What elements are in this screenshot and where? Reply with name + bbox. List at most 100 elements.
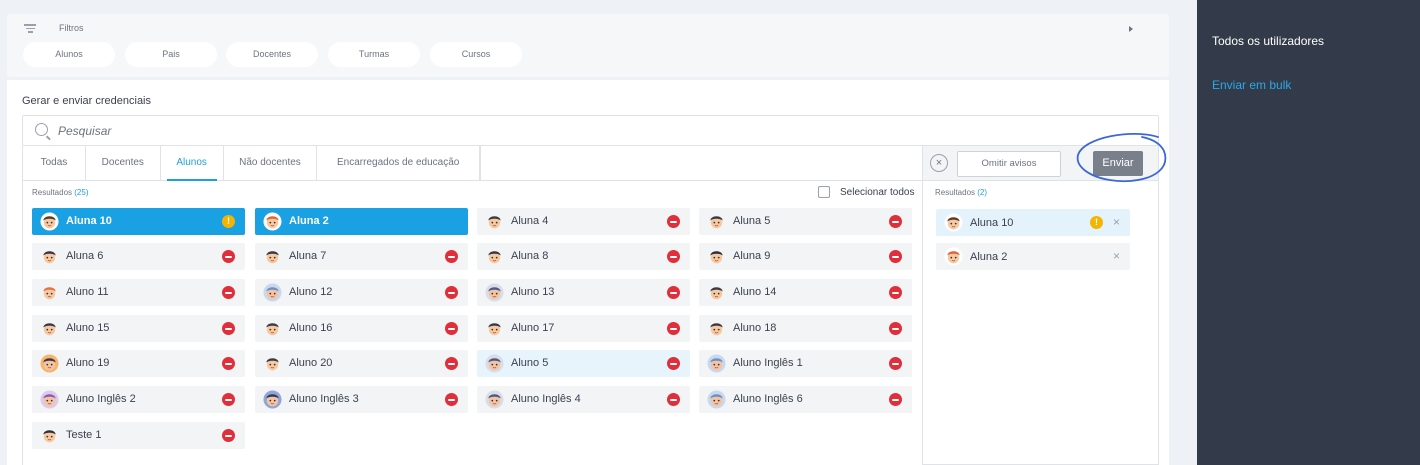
filter-chip-alunos[interactable]: Alunos <box>23 42 115 67</box>
bulk-send-link[interactable]: Enviar em bulk <box>1212 78 1291 92</box>
selected-results-number: (2) <box>977 188 988 197</box>
avatar <box>707 319 726 338</box>
avatar <box>263 354 282 373</box>
student-card[interactable]: Aluno 17 <box>477 315 690 342</box>
student-card[interactable]: Aluno 18 <box>699 315 912 342</box>
blocked-icon <box>667 357 680 370</box>
results-count: Resultados (25) <box>32 188 89 197</box>
student-name: Aluna 7 <box>289 250 327 262</box>
filter-chip-docentes[interactable]: Docentes <box>226 42 318 67</box>
selected-item[interactable]: Aluna 2 × <box>936 243 1130 270</box>
avatar <box>263 212 282 231</box>
student-name: Aluna 4 <box>511 215 549 227</box>
student-card[interactable]: Aluno 14 <box>699 279 912 306</box>
student-card[interactable]: Aluna 6 <box>32 243 245 270</box>
selected-item[interactable]: Aluna 10! × <box>936 209 1130 236</box>
student-card[interactable]: Aluno Inglês 2 <box>32 386 245 413</box>
student-name: Aluno 20 <box>289 357 333 369</box>
blocked-icon <box>889 357 902 370</box>
student-card[interactable]: Aluno Inglês 4 <box>477 386 690 413</box>
results-label: Resultados <box>32 188 73 197</box>
blocked-icon <box>222 393 235 406</box>
avatar <box>263 283 282 302</box>
select-all-label: Selecionar todos <box>840 186 915 198</box>
student-card[interactable]: Aluna 9 <box>699 243 912 270</box>
student-card[interactable]: Aluna 10 <box>32 208 245 235</box>
student-name: Aluno Inglês 2 <box>66 393 136 405</box>
student-card[interactable]: Aluno Inglês 1 <box>699 350 912 377</box>
student-card[interactable]: Aluno 5 <box>477 350 690 377</box>
filter-chip-turmas[interactable]: Turmas <box>328 42 420 67</box>
student-card[interactable]: Aluna 2 <box>255 208 468 235</box>
student-name: Aluna 8 <box>511 250 549 262</box>
avatar <box>485 247 504 266</box>
student-name: Aluno 18 <box>733 322 777 334</box>
student-card[interactable]: Aluno Inglês 6 <box>699 386 912 413</box>
avatar <box>40 354 59 373</box>
tab-nao-docentes[interactable]: Não docentes <box>224 146 318 180</box>
student-card[interactable]: Aluno 20 <box>255 350 468 377</box>
avatar <box>485 354 504 373</box>
selected-results-count: Resultados (2) <box>935 188 987 197</box>
warning-icon <box>222 215 235 228</box>
filter-chip-pais[interactable]: Pais <box>125 42 217 67</box>
student-name: Aluno Inglês 6 <box>733 393 803 405</box>
student-card[interactable]: Aluno 15 <box>32 315 245 342</box>
select-all[interactable]: Selecionar todos <box>818 186 915 198</box>
avatar <box>40 390 59 409</box>
tab-alunos[interactable]: Alunos <box>161 146 224 181</box>
remove-icon[interactable]: × <box>1113 215 1120 229</box>
student-name: Aluno 14 <box>733 286 777 298</box>
avatar <box>944 213 963 232</box>
student-card[interactable]: Teste 1 <box>32 422 245 449</box>
avatar <box>40 426 59 445</box>
avatar <box>944 247 963 266</box>
tab-encarregados[interactable]: Encarregados de educação <box>317 146 480 180</box>
blocked-icon <box>445 393 458 406</box>
blocked-icon <box>889 250 902 263</box>
student-card[interactable]: Aluna 8 <box>477 243 690 270</box>
search-box[interactable]: Pesquisar <box>22 115 1159 146</box>
chevron-right-icon[interactable] <box>1129 26 1133 32</box>
avatar <box>707 354 726 373</box>
selected-item-name: Aluna 2 <box>970 251 1008 263</box>
student-card[interactable]: Aluna 5 <box>699 208 912 235</box>
student-card[interactable]: Aluna 4 <box>477 208 690 235</box>
avatar <box>263 247 282 266</box>
tab-todas[interactable]: Todas <box>23 146 86 180</box>
search-input[interactable]: Pesquisar <box>58 124 111 138</box>
student-card[interactable]: Aluno 16 <box>255 315 468 342</box>
student-name: Aluna 6 <box>66 250 104 262</box>
student-card[interactable]: Aluno 19 <box>32 350 245 377</box>
blocked-icon <box>222 250 235 263</box>
blocked-icon <box>889 215 902 228</box>
student-card[interactable]: Aluno 12 <box>255 279 468 306</box>
search-icon <box>35 123 48 136</box>
student-card[interactable]: Aluno 11 <box>32 279 245 306</box>
student-name: Aluna 5 <box>733 215 771 227</box>
clear-icon[interactable]: × <box>930 154 948 172</box>
student-name: Aluno Inglês 3 <box>289 393 359 405</box>
blocked-icon <box>445 250 458 263</box>
filter-icon[interactable] <box>24 22 36 33</box>
section-title: Gerar e enviar credenciais <box>22 95 152 107</box>
tab-docentes[interactable]: Docentes <box>86 146 161 180</box>
avatar <box>707 283 726 302</box>
remove-icon[interactable]: × <box>1113 249 1120 263</box>
blocked-icon <box>889 322 902 335</box>
selected-pane: × Omitir avisos Enviar Resultados (2) Al… <box>922 133 1167 465</box>
blocked-icon <box>667 250 680 263</box>
student-card[interactable]: Aluno Inglês 3 <box>255 386 468 413</box>
filters-label: Filtros <box>59 23 84 33</box>
selected-item-name: Aluna 10 <box>970 217 1014 229</box>
results-number: (25) <box>74 188 89 197</box>
filter-chip-cursos[interactable]: Cursos <box>430 42 522 67</box>
avatar <box>707 212 726 231</box>
blocked-icon <box>889 393 902 406</box>
all-users-link[interactable]: Todos os utilizadores <box>1212 34 1324 48</box>
student-card[interactable]: Aluno 13 <box>477 279 690 306</box>
select-all-checkbox[interactable] <box>818 186 830 198</box>
student-card[interactable]: Aluna 7 <box>255 243 468 270</box>
omit-warnings-button[interactable]: Omitir avisos <box>957 151 1061 177</box>
student-name: Aluno Inglês 4 <box>511 393 581 405</box>
